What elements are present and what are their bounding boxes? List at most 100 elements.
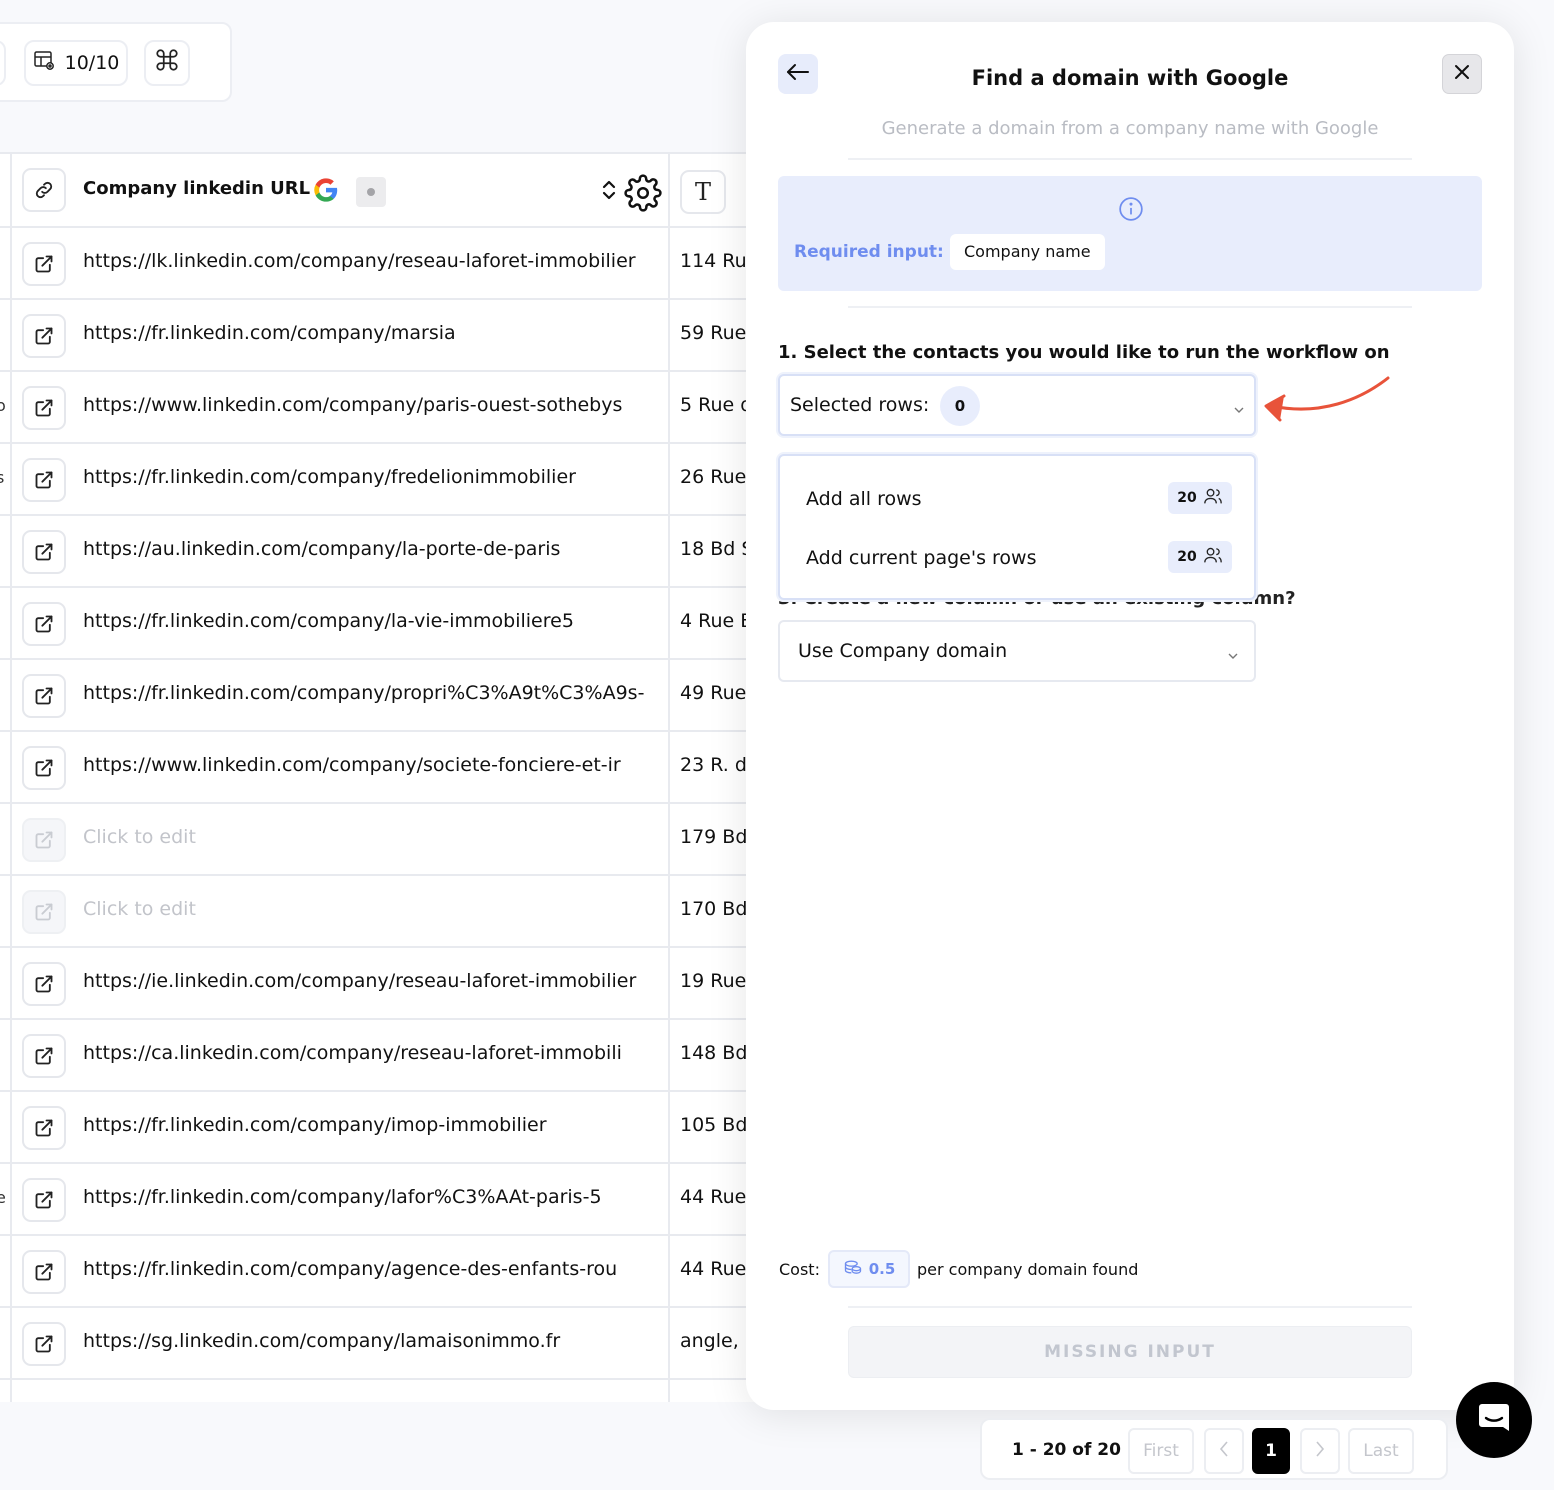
external-link-icon[interactable] — [22, 674, 66, 718]
address-cell[interactable]: 170 Bd — [680, 898, 746, 920]
address-cell[interactable]: 18 Bd S — [680, 538, 746, 560]
address-cell[interactable]: 49 Rue — [680, 682, 746, 704]
status-dot-badge — [356, 177, 386, 207]
gear-icon[interactable] — [624, 174, 662, 216]
chat-support-button[interactable] — [1456, 1382, 1532, 1458]
linkedin-url-cell[interactable]: Click to edit — [83, 826, 663, 848]
address-cell[interactable]: 148 Bd — [680, 1042, 746, 1064]
external-link-icon[interactable] — [22, 1106, 66, 1150]
column-choice-value: Use Company domain — [798, 640, 1008, 662]
table-row: Click to edit 170 Bd — [0, 876, 760, 948]
external-link-icon[interactable] — [22, 242, 66, 286]
address-cell[interactable]: 4 Rue E — [680, 610, 746, 632]
linkedin-url-cell[interactable]: https://fr.linkedin.com/company/lafor%C3… — [83, 1186, 663, 1208]
address-cell[interactable]: 44 Rue — [680, 1186, 746, 1208]
chevron-right-icon — [1314, 1439, 1326, 1464]
chevron-down-icon — [1232, 400, 1246, 419]
linkedin-url-cell[interactable]: Click to edit — [83, 898, 663, 920]
table-settings-icon — [33, 49, 57, 78]
linkedin-url-cell[interactable]: https://fr.linkedin.com/company/imop-imm… — [83, 1114, 663, 1136]
linkedin-url-cell[interactable]: https://ca.linkedin.com/company/reseau-l… — [83, 1042, 663, 1064]
truncated-cell-edge: : — [0, 252, 1, 271]
linkedin-url-cell[interactable]: https://fr.linkedin.com/company/marsia — [83, 322, 663, 344]
text-column-icon[interactable]: T — [680, 170, 726, 214]
divider — [848, 306, 1412, 308]
linkedin-url-cell[interactable]: https://au.linkedin.com/company/la-porte… — [83, 538, 663, 560]
divider — [848, 158, 1412, 160]
required-input-box: Required input: Company name — [778, 176, 1482, 291]
toolbar-button-partial[interactable] — [0, 40, 6, 86]
selected-rows-count: 0 — [940, 386, 980, 426]
close-button[interactable] — [1442, 54, 1482, 94]
external-link-icon[interactable] — [22, 1178, 66, 1222]
first-page-button[interactable]: First — [1128, 1428, 1194, 1474]
address-cell[interactable]: 59 Rue — [680, 322, 746, 344]
credits-icon — [843, 1257, 863, 1281]
add-all-rows-option[interactable]: Add all rows — [806, 488, 922, 510]
table-row: https://ca.linkedin.com/company/reseau-l… — [0, 1020, 760, 1092]
address-cell[interactable]: 26 Rue — [680, 466, 746, 488]
command-menu-button[interactable] — [144, 40, 190, 86]
linkedin-url-cell[interactable]: https://fr.linkedin.com/company/fredelio… — [83, 466, 663, 488]
linkedin-url-cell[interactable]: https://fr.linkedin.com/company/propri%C… — [83, 682, 663, 704]
truncated-cell-edge: o — [0, 396, 6, 415]
sort-icon[interactable] — [598, 176, 620, 208]
address-cell[interactable]: 44 Rue — [680, 1258, 746, 1280]
column-choice-select[interactable]: Use Company domain — [778, 620, 1256, 682]
linkedin-url-cell[interactable]: https://ie.linkedin.com/company/reseau-l… — [83, 970, 663, 992]
selected-rows-select[interactable]: Selected rows: 0 — [778, 374, 1256, 436]
link-icon[interactable] — [22, 168, 66, 212]
address-cell[interactable]: 179 Bd — [680, 826, 746, 848]
step1-label: 1. Select the contacts you would like to… — [778, 342, 1390, 363]
command-icon — [154, 47, 180, 80]
table-row: Click to edit 179 Bd — [0, 804, 760, 876]
external-link-icon[interactable] — [22, 746, 66, 790]
linkedin-url-cell[interactable]: https://www.linkedin.com/company/paris-o… — [83, 394, 663, 416]
next-page-button[interactable] — [1300, 1428, 1340, 1474]
external-link-icon[interactable] — [22, 386, 66, 430]
linkedin-url-cell[interactable]: https://sg.linkedin.com/company/lamaison… — [83, 1330, 663, 1352]
last-page-button[interactable]: Last — [1348, 1428, 1414, 1474]
table-row: o https://www.linkedin.com/company/paris-… — [0, 372, 760, 444]
table-row: : https://lk.linkedin.com/company/reseau-… — [0, 228, 760, 300]
external-link-icon[interactable] — [22, 1034, 66, 1078]
truncated-cell-edge: : — [0, 1260, 1, 1279]
table-row: https://au.linkedin.com/company/la-porte… — [0, 516, 760, 588]
table-row: https://fr.linkedin.com/company/propri%C… — [0, 660, 760, 732]
run-workflow-button[interactable]: MISSING INPUT — [848, 1326, 1412, 1378]
address-cell[interactable]: 105 Bd — [680, 1114, 746, 1136]
address-cell[interactable]: 114 Rue — [680, 250, 746, 272]
rows-dropdown-menu: Add all rows 20 Add current page's rows … — [778, 454, 1256, 600]
external-link-icon[interactable] — [22, 818, 66, 862]
chat-icon — [1476, 1401, 1512, 1439]
external-link-icon[interactable] — [22, 890, 66, 934]
rows-count-label: 10/10 — [64, 52, 120, 74]
current-page-button[interactable]: 1 — [1252, 1428, 1290, 1474]
external-link-icon[interactable] — [22, 530, 66, 574]
external-link-icon[interactable] — [22, 314, 66, 358]
address-cell[interactable]: 19 Rue — [680, 970, 746, 992]
rows-visibility-button[interactable]: 10/10 — [24, 40, 128, 86]
external-link-icon[interactable] — [22, 458, 66, 502]
address-cell[interactable]: 23 R. de — [680, 754, 746, 776]
linkedin-url-cell[interactable]: https://fr.linkedin.com/company/la-vie-i… — [83, 610, 663, 632]
column-header-title[interactable]: Company linkedin URL — [83, 178, 310, 199]
prev-page-button[interactable] — [1204, 1428, 1244, 1474]
external-link-icon[interactable] — [22, 962, 66, 1006]
external-link-icon[interactable] — [22, 602, 66, 646]
info-icon — [1118, 196, 1144, 226]
address-cell[interactable]: angle, — [680, 1330, 746, 1352]
linkedin-url-cell[interactable]: https://www.linkedin.com/company/societe… — [83, 754, 663, 776]
add-current-page-rows-option[interactable]: Add current page's rows — [806, 547, 1036, 569]
external-link-icon[interactable] — [22, 1250, 66, 1294]
add-all-rows-count: 20 — [1168, 482, 1232, 514]
panel-title: Find a domain with Google — [971, 66, 1289, 90]
linkedin-url-cell[interactable]: https://lk.linkedin.com/company/reseau-l… — [83, 250, 663, 272]
external-link-icon[interactable] — [22, 1322, 66, 1366]
add-current-page-rows-count: 20 — [1168, 541, 1232, 573]
users-icon — [1203, 487, 1223, 509]
linkedin-url-cell[interactable]: https://fr.linkedin.com/company/agence-d… — [83, 1258, 663, 1280]
address-cell[interactable]: 5 Rue d — [680, 394, 746, 416]
table-row: https://sg.linkedin.com/company/lamaison… — [0, 1308, 760, 1380]
cost-description: per company domain found — [917, 1260, 1139, 1279]
